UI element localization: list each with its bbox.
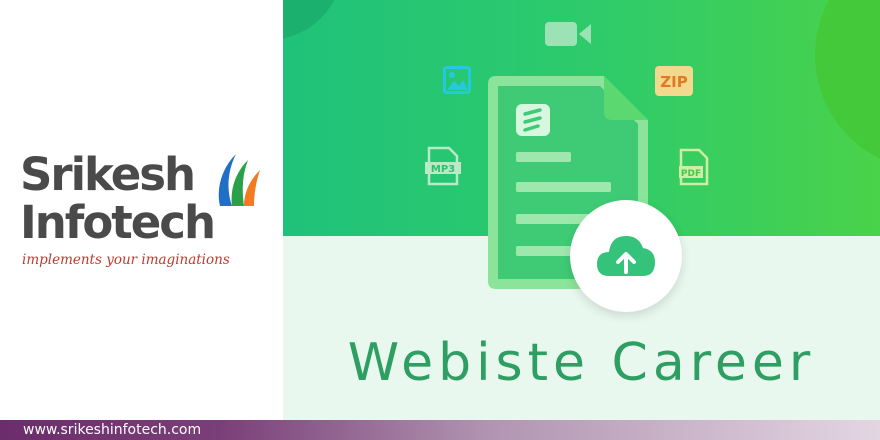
zip-icon: ZIP bbox=[655, 66, 693, 96]
pdf-label: PDF bbox=[681, 169, 701, 179]
mp3-icon: MP3 bbox=[425, 146, 461, 186]
logo-panel: Srikesh Infotech implements your imagina… bbox=[0, 0, 283, 420]
image-icon bbox=[443, 66, 471, 94]
decorative-circle bbox=[815, 0, 880, 170]
decorative-circle bbox=[283, 0, 343, 40]
logo-swoosh-icon bbox=[218, 154, 260, 206]
logo-text-srikesh: Srikesh bbox=[20, 148, 196, 201]
website-link[interactable]: www.srikeshinfotech.com bbox=[23, 421, 201, 439]
logo-text-infotech: Infotech bbox=[20, 196, 216, 249]
mp3-label: MP3 bbox=[431, 164, 455, 175]
company-logo: Srikesh Infotech implements your imagina… bbox=[20, 150, 270, 275]
banner-panel: ZIP MP3 PDF Webiste Career bbox=[283, 0, 880, 420]
footer-bar: www.srikeshinfotech.com bbox=[0, 420, 880, 440]
banner-title: Webiste Career bbox=[347, 333, 816, 393]
zip-label: ZIP bbox=[660, 73, 687, 91]
pdf-icon: PDF bbox=[679, 148, 709, 186]
video-camera-icon bbox=[545, 22, 591, 46]
upload-button[interactable] bbox=[570, 200, 682, 312]
logo-tagline: implements your imaginations bbox=[22, 252, 230, 268]
cloud-upload-icon bbox=[597, 236, 655, 276]
